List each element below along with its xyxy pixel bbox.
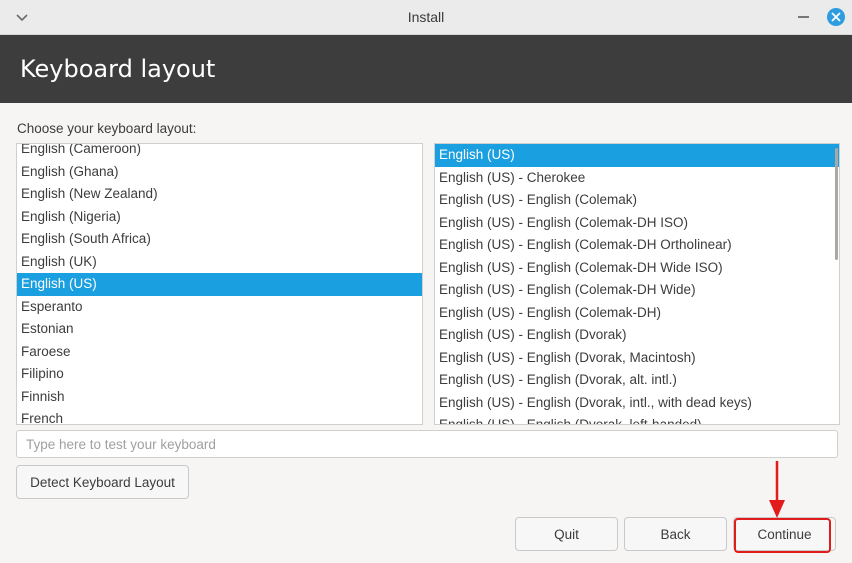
layout-list[interactable]: English (Cameroon) English (Ghana) English… — [16, 143, 423, 425]
layout-list-item[interactable]: English (Nigeria) — [17, 206, 422, 229]
variant-list-items: English (US) English (US) - Cherokee Engli… — [435, 144, 839, 424]
variant-list-item[interactable]: English (US) - English (Dvorak, left-han… — [435, 414, 839, 424]
variant-list-scrollbar[interactable] — [835, 148, 838, 260]
back-button[interactable]: Back — [624, 517, 727, 551]
variant-list-item[interactable]: English (US) - English (Colemak-DH ISO) — [435, 212, 839, 235]
variant-list-item[interactable]: English (US) — [435, 144, 839, 167]
layout-list-item[interactable]: Estonian — [17, 318, 422, 341]
layout-list-item[interactable]: English (South Africa) — [17, 228, 422, 251]
variant-list-item[interactable]: English (US) - English (Colemak-DH Ortho… — [435, 234, 839, 257]
variant-list-item[interactable]: English (US) - English (Dvorak, alt. int… — [435, 369, 839, 392]
layout-list-item[interactable]: French — [17, 408, 422, 424]
variant-list-item[interactable]: English (US) - English (Colemak-DH Wide) — [435, 279, 839, 302]
variant-list-item[interactable]: English (US) - English (Dvorak) — [435, 324, 839, 347]
layout-list-item[interactable]: English (Cameroon) — [17, 144, 422, 161]
variant-list-item[interactable]: English (US) - Cherokee — [435, 167, 839, 190]
title-bar: Install — [0, 0, 852, 35]
layout-prompt: Choose your keyboard layout: — [17, 121, 197, 136]
arrow-down-icon — [769, 461, 785, 518]
quit-button[interactable]: Quit — [515, 517, 618, 551]
layout-list-item[interactable]: Finnish — [17, 386, 422, 409]
continue-button[interactable]: Continue — [733, 517, 836, 551]
layout-list-item[interactable]: Faroese — [17, 341, 422, 364]
layout-list-item[interactable]: Filipino — [17, 363, 422, 386]
page-title: Keyboard layout — [20, 55, 216, 83]
layout-list-items: English (Cameroon) English (Ghana) English… — [17, 144, 422, 424]
layout-list-item[interactable]: Esperanto — [17, 296, 422, 319]
variant-list-item[interactable]: English (US) - English (Colemak) — [435, 189, 839, 212]
minimize-icon[interactable] — [798, 16, 809, 18]
variant-list-item[interactable]: English (US) - English (Dvorak, intl., w… — [435, 392, 839, 415]
page-header: Keyboard layout — [0, 35, 852, 103]
layout-list-item[interactable]: English (US) — [17, 273, 422, 296]
window-title: Install — [407, 9, 445, 25]
variant-list-item[interactable]: English (US) - English (Dvorak, Macintos… — [435, 347, 839, 370]
variant-list[interactable]: English (US) English (US) - Cherokee Engli… — [434, 143, 840, 425]
keyboard-test-input[interactable] — [16, 430, 838, 458]
variant-list-item[interactable]: English (US) - English (Colemak-DH Wide … — [435, 257, 839, 280]
variant-list-item[interactable]: English (US) - English (Colemak-DH) — [435, 302, 839, 325]
detect-keyboard-layout-button[interactable]: Detect Keyboard Layout — [16, 465, 189, 499]
layout-list-item[interactable]: English (Ghana) — [17, 161, 422, 184]
layout-list-item[interactable]: English (New Zealand) — [17, 183, 422, 206]
close-icon[interactable] — [827, 8, 845, 26]
layout-list-item[interactable]: English (UK) — [17, 251, 422, 274]
